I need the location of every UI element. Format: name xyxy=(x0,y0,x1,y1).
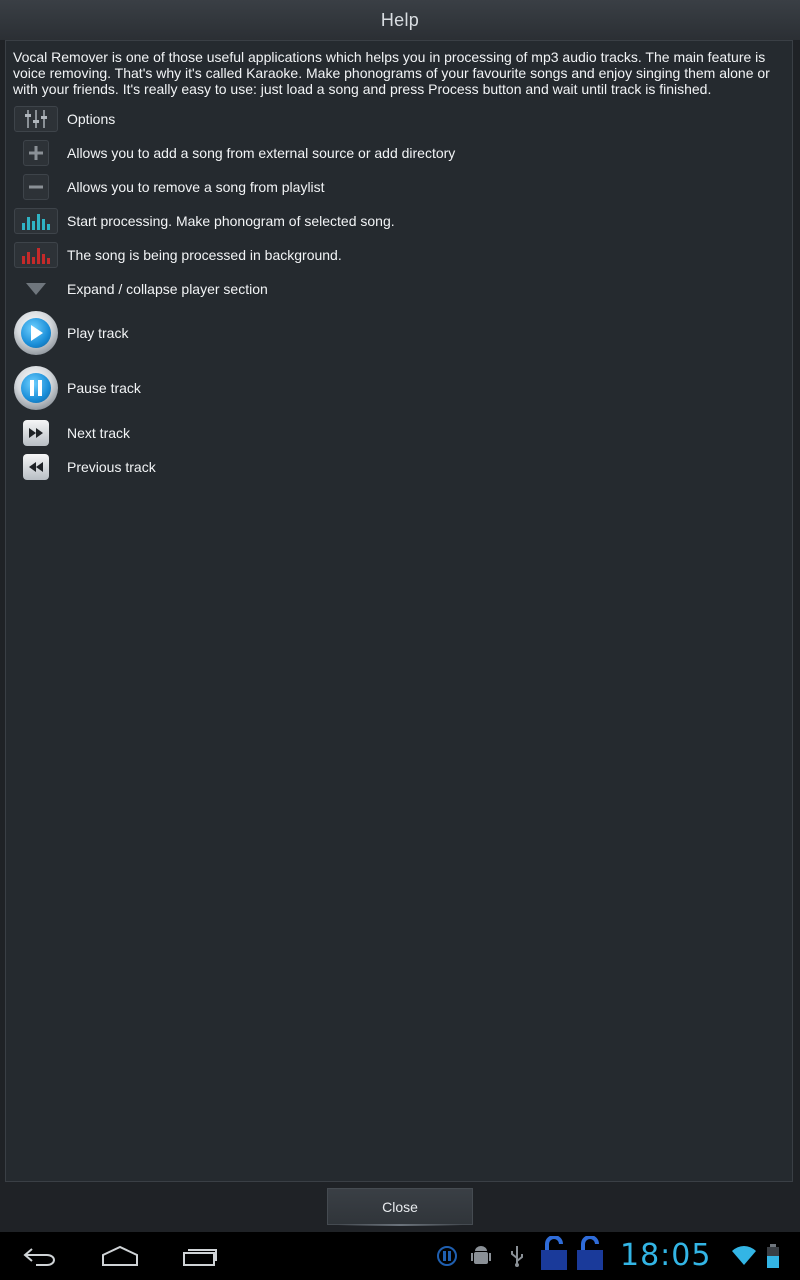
dialog-button-bar: Close xyxy=(0,1182,800,1232)
help-item-expand: Expand / collapse player section xyxy=(13,273,268,305)
help-item-label: Allows you to remove a song from playlis… xyxy=(67,179,325,195)
pause-notification-icon[interactable] xyxy=(433,1242,461,1270)
home-button[interactable] xyxy=(96,1240,144,1272)
options-sliders-icon xyxy=(14,106,58,132)
play-icon xyxy=(14,311,58,355)
usb-icon[interactable] xyxy=(503,1242,531,1270)
equalizer-green-icon xyxy=(14,208,58,234)
help-item-label: Options xyxy=(67,111,116,127)
previous-icon xyxy=(23,454,49,480)
help-item-label: Next track xyxy=(67,425,131,441)
battery-icon xyxy=(762,1242,784,1270)
android-debug-icon[interactable] xyxy=(467,1242,495,1270)
help-item-play: Play track xyxy=(13,307,128,359)
help-item-label: Previous track xyxy=(67,459,156,475)
help-item-options: Options xyxy=(13,103,115,135)
pause-icon xyxy=(14,366,58,410)
back-button[interactable] xyxy=(16,1240,64,1272)
remove-icon xyxy=(23,174,49,200)
recent-apps-icon xyxy=(183,1249,217,1266)
status-clock: 18:05 xyxy=(620,1238,712,1273)
help-item-next: Next track xyxy=(13,417,130,449)
help-item-add: Allows you to add a song from external s… xyxy=(13,137,455,169)
system-nav-bar: 18:05 xyxy=(0,1232,800,1280)
help-content[interactable]: Vocal Remover is one of those useful app… xyxy=(5,40,793,1182)
help-item-label: Play track xyxy=(67,325,129,341)
help-item-pause: Pause track xyxy=(13,362,141,414)
intro-text: Vocal Remover is one of those useful app… xyxy=(13,49,770,97)
back-icon xyxy=(23,1248,55,1266)
help-item-remove: Allows you to remove a song from playlis… xyxy=(13,171,325,203)
unlock-icon-2[interactable] xyxy=(574,1236,606,1272)
triangle-down-icon xyxy=(26,283,46,295)
add-icon xyxy=(23,140,49,166)
unlock-icon[interactable] xyxy=(538,1236,570,1272)
help-item-label: Allows you to add a song from external s… xyxy=(67,145,456,161)
help-item-label: Start processing. Make phonogram of sele… xyxy=(67,213,395,229)
next-icon xyxy=(23,420,49,446)
close-button[interactable]: Close xyxy=(327,1188,473,1226)
help-item-label: Expand / collapse player section xyxy=(67,281,268,297)
recent-apps-button[interactable] xyxy=(176,1240,224,1272)
home-icon xyxy=(102,1245,138,1266)
help-item-process: Start processing. Make phonogram of sele… xyxy=(13,205,395,237)
help-item-label: The song is being processed in backgroun… xyxy=(67,247,342,263)
equalizer-red-icon xyxy=(14,242,58,268)
help-item-processing: The song is being processed in backgroun… xyxy=(13,239,342,271)
dialog-title: Help xyxy=(380,9,420,30)
wifi-icon xyxy=(730,1242,758,1270)
help-item-previous: Previous track xyxy=(13,451,156,483)
help-item-label: Pause track xyxy=(67,380,141,396)
dialog-titlebar: Help xyxy=(0,0,800,40)
